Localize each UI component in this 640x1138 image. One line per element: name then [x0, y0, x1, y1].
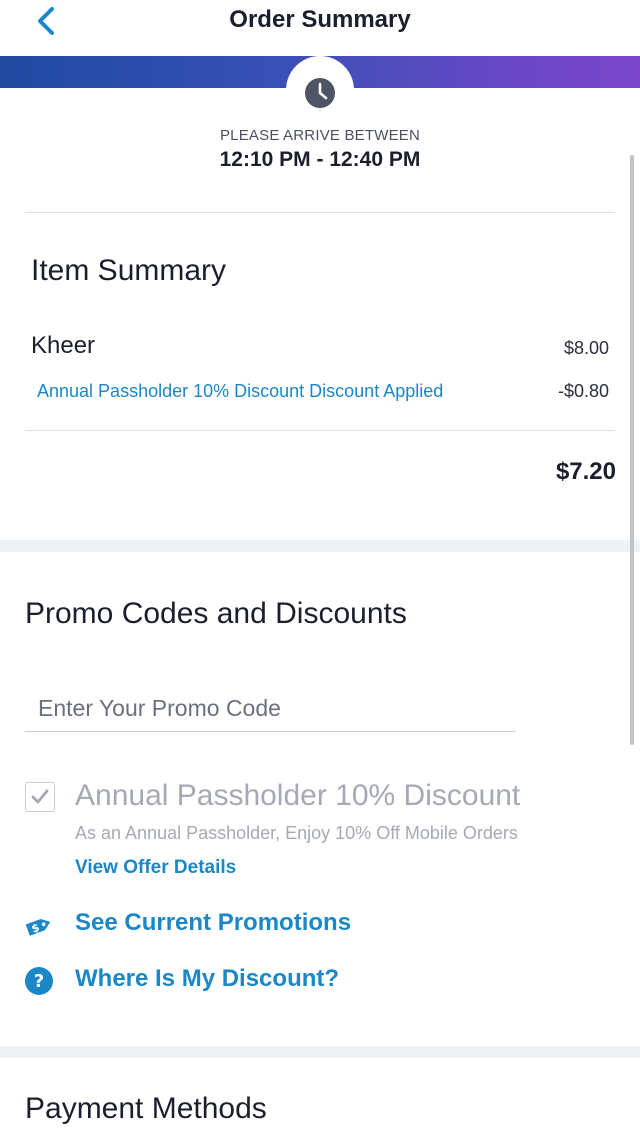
divider — [25, 430, 615, 431]
price-tag-icon: $ — [25, 918, 51, 936]
order-total: $7.20 — [555, 458, 616, 485]
promo-code-input[interactable] — [25, 686, 516, 732]
item-price: $8.00 — [563, 338, 609, 358]
checkmark-icon — [31, 789, 49, 804]
top-bar: Order Summary — [0, 0, 640, 56]
item-summary-heading: Item Summary — [31, 254, 227, 287]
passholder-discount-description: As an Annual Passholder, Enjoy 10% Off M… — [75, 823, 518, 843]
discount-label: Annual Passholder 10% Discount Discount … — [37, 381, 444, 401]
section-separator — [0, 540, 640, 552]
question-circle-icon: ? — [25, 967, 53, 995]
item-name: Kheer — [31, 332, 96, 359]
view-offer-details-link[interactable]: View Offer Details — [75, 857, 236, 879]
see-current-promotions-link[interactable]: See Current Promotions — [75, 909, 351, 937]
payment-methods-heading: Payment Methods — [25, 1092, 267, 1125]
where-is-my-discount-link[interactable]: Where Is My Discount? — [75, 965, 339, 993]
scrollbar[interactable] — [630, 155, 634, 745]
svg-text:?: ? — [34, 971, 44, 992]
promo-heading: Promo Codes and Discounts — [25, 597, 407, 630]
page-title: Order Summary — [229, 6, 411, 33]
divider — [25, 212, 615, 213]
section-separator — [0, 1046, 640, 1058]
arrival-window: 12:10 PM - 12:40 PM — [219, 148, 421, 171]
clock-icon — [305, 78, 335, 108]
passholder-discount-checkbox[interactable] — [25, 782, 55, 812]
passholder-discount-title: Annual Passholder 10% Discount — [75, 779, 521, 812]
discount-value: -$0.80 — [557, 381, 609, 401]
arrival-label: PLEASE ARRIVE BETWEEN — [219, 127, 421, 144]
